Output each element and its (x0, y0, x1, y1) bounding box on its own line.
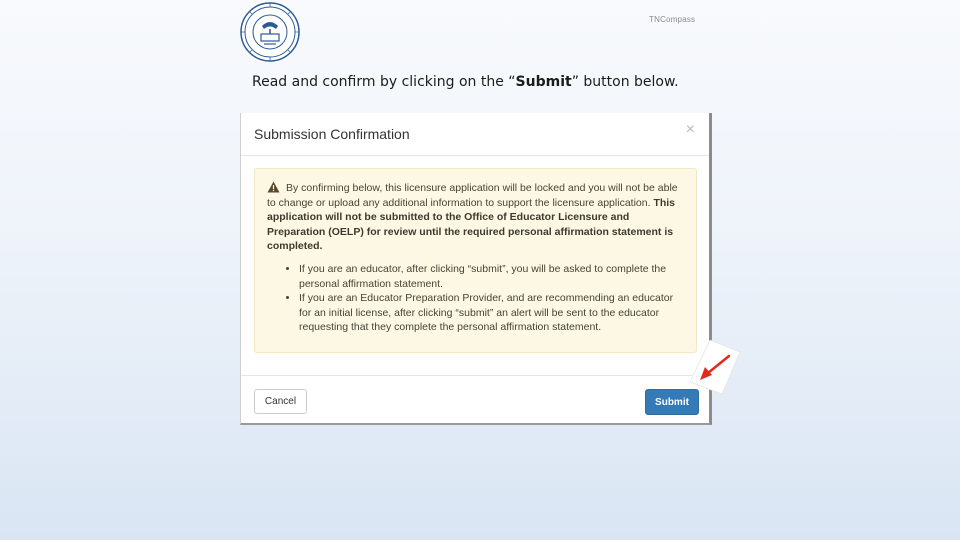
dialog-footer: Cancel Submit (241, 375, 709, 424)
instruction-text: Read and confirm by clicking on the “Sub… (252, 74, 679, 90)
alert-message: By confirming below, this licensure appl… (267, 181, 684, 254)
state-seal-logo (240, 2, 300, 62)
alert-bullet-item: If you are an Educator Preparation Provi… (299, 291, 684, 335)
close-icon[interactable]: × (686, 121, 695, 139)
instruction-text-end: ” button below. (571, 74, 679, 90)
dialog-header: Submission Confirmation × (241, 113, 709, 156)
instruction-text-bold: Submit (515, 74, 572, 90)
dialog-title: Submission Confirmation (254, 126, 410, 142)
cancel-button[interactable]: Cancel (254, 389, 307, 414)
alert-bullet-list: If you are an educator, after clicking “… (267, 262, 684, 335)
instruction-text-start: Read and confirm by clicking on the “ (252, 74, 516, 90)
warning-triangle-icon (267, 181, 280, 193)
warning-alert: By confirming below, this licensure appl… (254, 168, 697, 353)
submission-confirmation-dialog: Submission Confirmation × By confirming … (240, 113, 712, 425)
alert-intro-text: By confirming below, this licensure appl… (267, 182, 678, 209)
brand-label: TNCompass (649, 15, 696, 24)
red-arrow-pointer-icon (690, 340, 741, 394)
alert-bullet-item: If you are an educator, after clicking “… (299, 262, 684, 291)
